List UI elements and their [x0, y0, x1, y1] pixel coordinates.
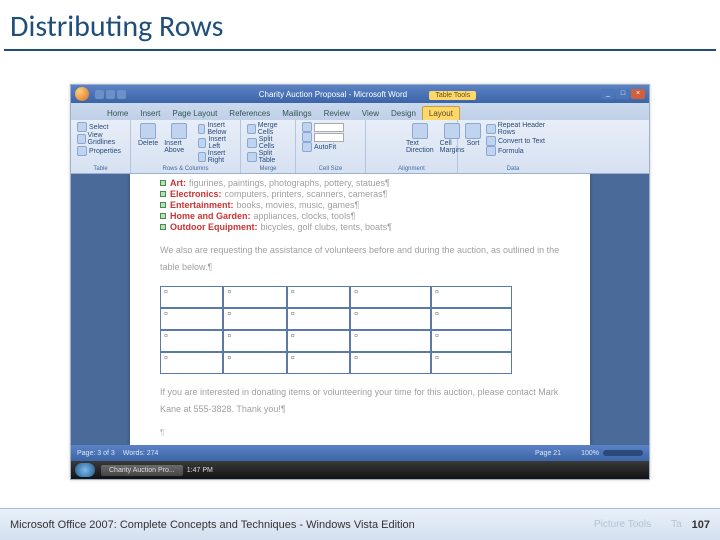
maximize-button[interactable]: □ [616, 89, 630, 99]
vista-taskbar: Charity Auction Pro... 1:47 PM [71, 461, 649, 479]
tab-insert[interactable]: Insert [134, 107, 166, 120]
tab-mailings[interactable]: Mailings [276, 107, 317, 120]
align-br[interactable] [392, 144, 401, 153]
text-direction-button[interactable]: Text Direction [403, 122, 437, 155]
tab-view[interactable]: View [356, 107, 385, 120]
slide-title: Distributing Rows [0, 0, 720, 49]
width-input[interactable] [300, 132, 361, 142]
system-tray-time: 1:47 PM [187, 467, 213, 474]
merge-cells-button[interactable]: Merge Cells [245, 122, 291, 136]
table-cell[interactable]: ¤ [223, 286, 286, 308]
zoom-slider[interactable] [603, 450, 643, 456]
quick-access-toolbar[interactable] [95, 90, 126, 99]
ribbon-tabs: Home Insert Page Layout References Maili… [71, 103, 649, 120]
list-item: Electronics:computers, printers, scanner… [160, 189, 560, 199]
minimize-button[interactable]: _ [601, 89, 615, 99]
table-cell[interactable]: ¤ [431, 286, 512, 308]
align-mr[interactable] [392, 134, 401, 143]
align-tc[interactable] [382, 124, 391, 133]
footer-text: Microsoft Office 2007: Complete Concepts… [10, 519, 415, 531]
align-bc[interactable] [382, 144, 391, 153]
align-tl[interactable] [372, 124, 381, 133]
paragraph: We also are requesting the assistance of… [160, 242, 560, 276]
tab-pagelayout[interactable]: Page Layout [166, 107, 223, 120]
page-number: 107 [692, 519, 710, 531]
table-row[interactable]: ¤ ¤ ¤ ¤ ¤ [160, 286, 512, 308]
table-cell[interactable]: ¤ [287, 286, 350, 308]
contextual-tab-label: Table Tools [429, 91, 476, 100]
formula-button[interactable]: Formula [484, 146, 564, 156]
document-viewport[interactable]: Art:figurines, paintings, photographs, p… [71, 174, 649, 445]
window-title: Charity Auction Proposal - Microsoft Wor… [134, 90, 601, 99]
insert-left-button[interactable]: Insert Left [196, 136, 236, 150]
ribbon-group-merge: Merge Cells Split Cells Split Table Merg… [241, 120, 296, 173]
window-titlebar: Charity Auction Proposal - Microsoft Wor… [71, 85, 649, 103]
ribbon-group-data: Sort Repeat Header Rows Convert to Text … [458, 120, 568, 173]
close-button[interactable]: × [631, 89, 645, 99]
bullet-list: Art:figurines, paintings, photographs, p… [160, 178, 560, 232]
list-item: Art:figurines, paintings, photographs, p… [160, 178, 560, 188]
height-input[interactable] [300, 122, 361, 132]
table-row[interactable]: ¤¤¤¤¤ [160, 308, 512, 330]
status-words: Words: 274 [123, 450, 159, 457]
tab-layout[interactable]: Layout [422, 106, 460, 120]
zoom-level[interactable]: 100% [581, 450, 599, 457]
select-button[interactable]: Select [75, 122, 126, 132]
properties-button[interactable]: Properties [75, 146, 126, 156]
insert-right-button[interactable]: Insert Right [196, 150, 236, 164]
convert-text-button[interactable]: Convert to Text [484, 136, 564, 146]
repeat-header-button[interactable]: Repeat Header Rows [484, 122, 564, 136]
word-window: Charity Auction Proposal - Microsoft Wor… [70, 84, 650, 480]
table-row[interactable]: ¤¤¤¤¤ [160, 352, 512, 374]
list-item: Entertainment:books, movies, music, game… [160, 200, 560, 210]
tab-review[interactable]: Review [318, 107, 356, 120]
volunteer-table[interactable]: ¤ ¤ ¤ ¤ ¤ ¤¤¤¤¤ ¤¤¤¤¤ ¤¤¤¤¤ [160, 286, 512, 374]
align-bl[interactable] [372, 144, 381, 153]
ribbon: Select View Gridlines Properties Table D… [71, 120, 649, 174]
ribbon-group-cell-size: AutoFit Cell Size [296, 120, 366, 173]
ribbon-group-alignment: Text Direction Cell Margins Alignment [366, 120, 458, 173]
split-table-button[interactable]: Split Table [245, 150, 291, 164]
ribbon-group-rows-columns: Delete Insert Above Insert Below Insert … [131, 120, 241, 173]
view-gridlines-button[interactable]: View Gridlines [75, 132, 126, 146]
word-statusbar: Page: 3 of 3 Words: 274 Page 21 100% [71, 445, 649, 461]
list-item: Outdoor Equipment:bicycles, golf clubs, … [160, 222, 560, 232]
tab-references[interactable]: References [223, 107, 276, 120]
table-cell[interactable]: ¤ [350, 286, 431, 308]
align-ml[interactable] [372, 134, 381, 143]
taskbar-item[interactable]: Charity Auction Pro... [101, 465, 183, 476]
autofit-button[interactable]: AutoFit [300, 142, 361, 152]
document-page[interactable]: Art:figurines, paintings, photographs, p… [130, 174, 590, 445]
table-cell[interactable]: ¤ [160, 286, 223, 308]
table-row[interactable]: ¤¤¤¤¤ [160, 330, 512, 352]
title-rule [4, 49, 716, 51]
ribbon-group-table: Select View Gridlines Properties Table [71, 120, 131, 173]
start-button[interactable] [75, 463, 95, 477]
tab-home[interactable]: Home [101, 107, 134, 120]
align-tr[interactable] [392, 124, 401, 133]
paragraph: If you are interested in donating items … [160, 384, 560, 418]
status-right: Page 21 [535, 450, 561, 457]
paragraph-mark: ¶ [160, 428, 560, 437]
status-page: Page: 3 of 3 [77, 450, 115, 457]
insert-above-button[interactable]: Insert Above [161, 122, 196, 164]
office-button[interactable] [75, 87, 89, 101]
split-cells-button[interactable]: Split Cells [245, 136, 291, 150]
tab-design[interactable]: Design [385, 107, 422, 120]
delete-button[interactable]: Delete [135, 122, 161, 164]
slide-footer: Microsoft Office 2007: Complete Concepts… [0, 508, 720, 540]
align-mc[interactable] [382, 134, 391, 143]
insert-below-button[interactable]: Insert Below [196, 122, 236, 136]
sort-button[interactable]: Sort [462, 122, 484, 156]
list-item: Home and Garden:appliances, clocks, tool… [160, 211, 560, 221]
